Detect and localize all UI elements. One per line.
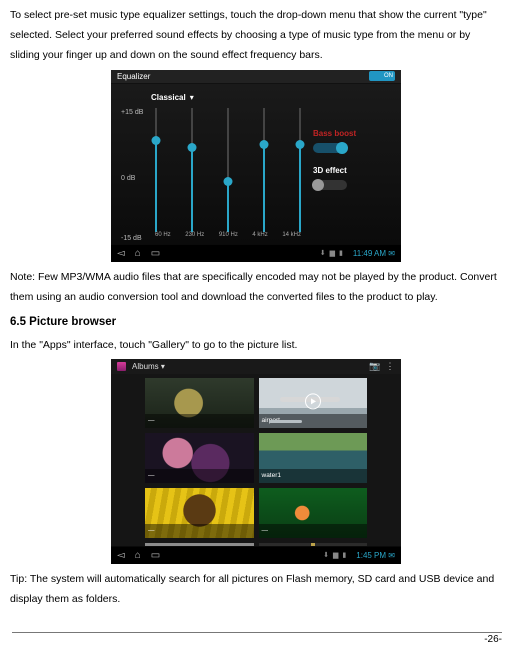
thumb-caption: water1 — [259, 469, 368, 483]
download-icon: ⬇ — [320, 247, 326, 260]
freq-label: 60 Hz — [155, 230, 171, 241]
wifi-icon: ▆ — [333, 549, 338, 562]
thumb-caption: — — [145, 469, 254, 483]
back-icon[interactable]: ◅ — [117, 546, 125, 565]
thumb-caption: — — [145, 414, 254, 428]
scale-mid: 0 dB — [121, 172, 135, 185]
page-number: -26- — [484, 630, 502, 649]
gallery-topbar: Albums ▾ 📷 ⋮ — [111, 359, 401, 374]
gallery-grid: — airport — water1 — — Screenshot sunny … — [111, 374, 401, 546]
freq-label: 910 Hz — [219, 230, 238, 241]
album-thumb[interactable]: — — [259, 488, 368, 538]
album-thumb[interactable]: — — [145, 378, 254, 428]
eq-slider-5[interactable] — [299, 108, 301, 232]
battery-icon: ▮ — [339, 247, 343, 260]
chevron-down-icon: ▾ — [190, 90, 194, 105]
freq-label: 14 kHz — [282, 230, 301, 241]
section-paragraph: In the "Apps" interface, touch "Gallery"… — [10, 336, 502, 356]
album-thumb[interactable]: Screenshot — [145, 543, 254, 546]
equalizer-master-toggle[interactable]: ON — [369, 71, 395, 81]
equalizer-topbar: Equalizer ON — [111, 70, 401, 84]
recent-icon[interactable]: ▭ — [151, 546, 160, 565]
three-d-toggle[interactable] — [313, 180, 347, 190]
home-icon[interactable]: ⌂ — [135, 244, 141, 263]
eq-freq-row: 60 Hz 230 Hz 910 Hz 4 kHz 14 kHz — [155, 230, 301, 241]
tip-paragraph: Tip: The system will automatically searc… — [10, 570, 502, 610]
three-d-label: 3D effect — [313, 163, 393, 178]
intro-paragraph: To select pre-set music type equalizer s… — [10, 6, 502, 66]
camera-icon[interactable]: 📷 — [369, 358, 379, 375]
eq-slider-2[interactable] — [191, 108, 193, 232]
note-paragraph: Note: Few MP3/WMA audio files that are s… — [10, 268, 502, 308]
gallery-title[interactable]: Albums ▾ — [132, 359, 363, 374]
equalizer-title: Equalizer — [117, 69, 369, 84]
thumb-caption: airport — [259, 414, 368, 428]
gallery-screenshot: Albums ▾ 📷 ⋮ — airport — water1 — — Scre… — [10, 359, 502, 564]
equalizer-preset-dropdown[interactable]: Classical ▾ — [151, 90, 391, 105]
battery-icon: ▮ — [342, 549, 346, 562]
recent-icon[interactable]: ▭ — [151, 244, 160, 263]
equalizer-toggle-label: ON — [384, 71, 393, 82]
play-icon — [305, 394, 321, 410]
nav-bar: ◅ ⌂ ▭ ⬇ ▆ ▮ 11:49 AM ✉ — [111, 244, 401, 262]
footer-rule — [12, 632, 502, 633]
album-thumb[interactable]: airport — [259, 378, 368, 428]
status-clock: 1:45 PM ✉ — [356, 548, 395, 563]
wifi-icon: ▆ — [330, 247, 335, 260]
bass-boost-row: Bass boost — [313, 126, 393, 153]
album-thumb[interactable]: — — [145, 433, 254, 483]
status-icons: ⬇ ▆ ▮ — [320, 247, 343, 260]
equalizer-preset-label: Classical — [151, 90, 186, 105]
eq-slider-4[interactable] — [263, 108, 265, 232]
status-clock: 11:49 AM ✉ — [353, 246, 395, 261]
download-icon: ⬇ — [323, 549, 329, 562]
eq-slider-3[interactable] — [227, 108, 229, 232]
equalizer-screenshot: Equalizer ON Classical ▾ +15 dB 0 dB -15… — [10, 70, 502, 262]
three-d-row: 3D effect — [313, 163, 393, 190]
nav-bar: ◅ ⌂ ▭ ⬇ ▆ ▮ 1:45 PM ✉ — [111, 546, 401, 564]
freq-label: 230 Hz — [185, 230, 204, 241]
scale-top: +15 dB — [121, 106, 143, 119]
overflow-icon[interactable]: ⋮ — [385, 358, 395, 375]
album-thumb[interactable]: — — [145, 488, 254, 538]
thumb-caption: — — [145, 524, 254, 538]
section-heading: 6.5 Picture browser — [10, 312, 502, 334]
album-thumb[interactable]: water1 — [259, 433, 368, 483]
eq-slider-1[interactable] — [155, 108, 157, 232]
freq-label: 4 kHz — [252, 230, 267, 241]
scale-bot: -15 dB — [121, 232, 142, 245]
back-icon[interactable]: ◅ — [117, 244, 125, 263]
gallery-icon — [117, 362, 126, 371]
thumb-caption: — — [259, 524, 368, 538]
equalizer-sliders — [155, 108, 301, 232]
bass-boost-label: Bass boost — [313, 126, 393, 141]
home-icon[interactable]: ⌂ — [135, 546, 141, 565]
status-icons: ⬇ ▆ ▮ — [323, 549, 346, 562]
bass-boost-toggle[interactable] — [313, 143, 347, 153]
album-thumb[interactable]: sunny day — [259, 543, 368, 546]
